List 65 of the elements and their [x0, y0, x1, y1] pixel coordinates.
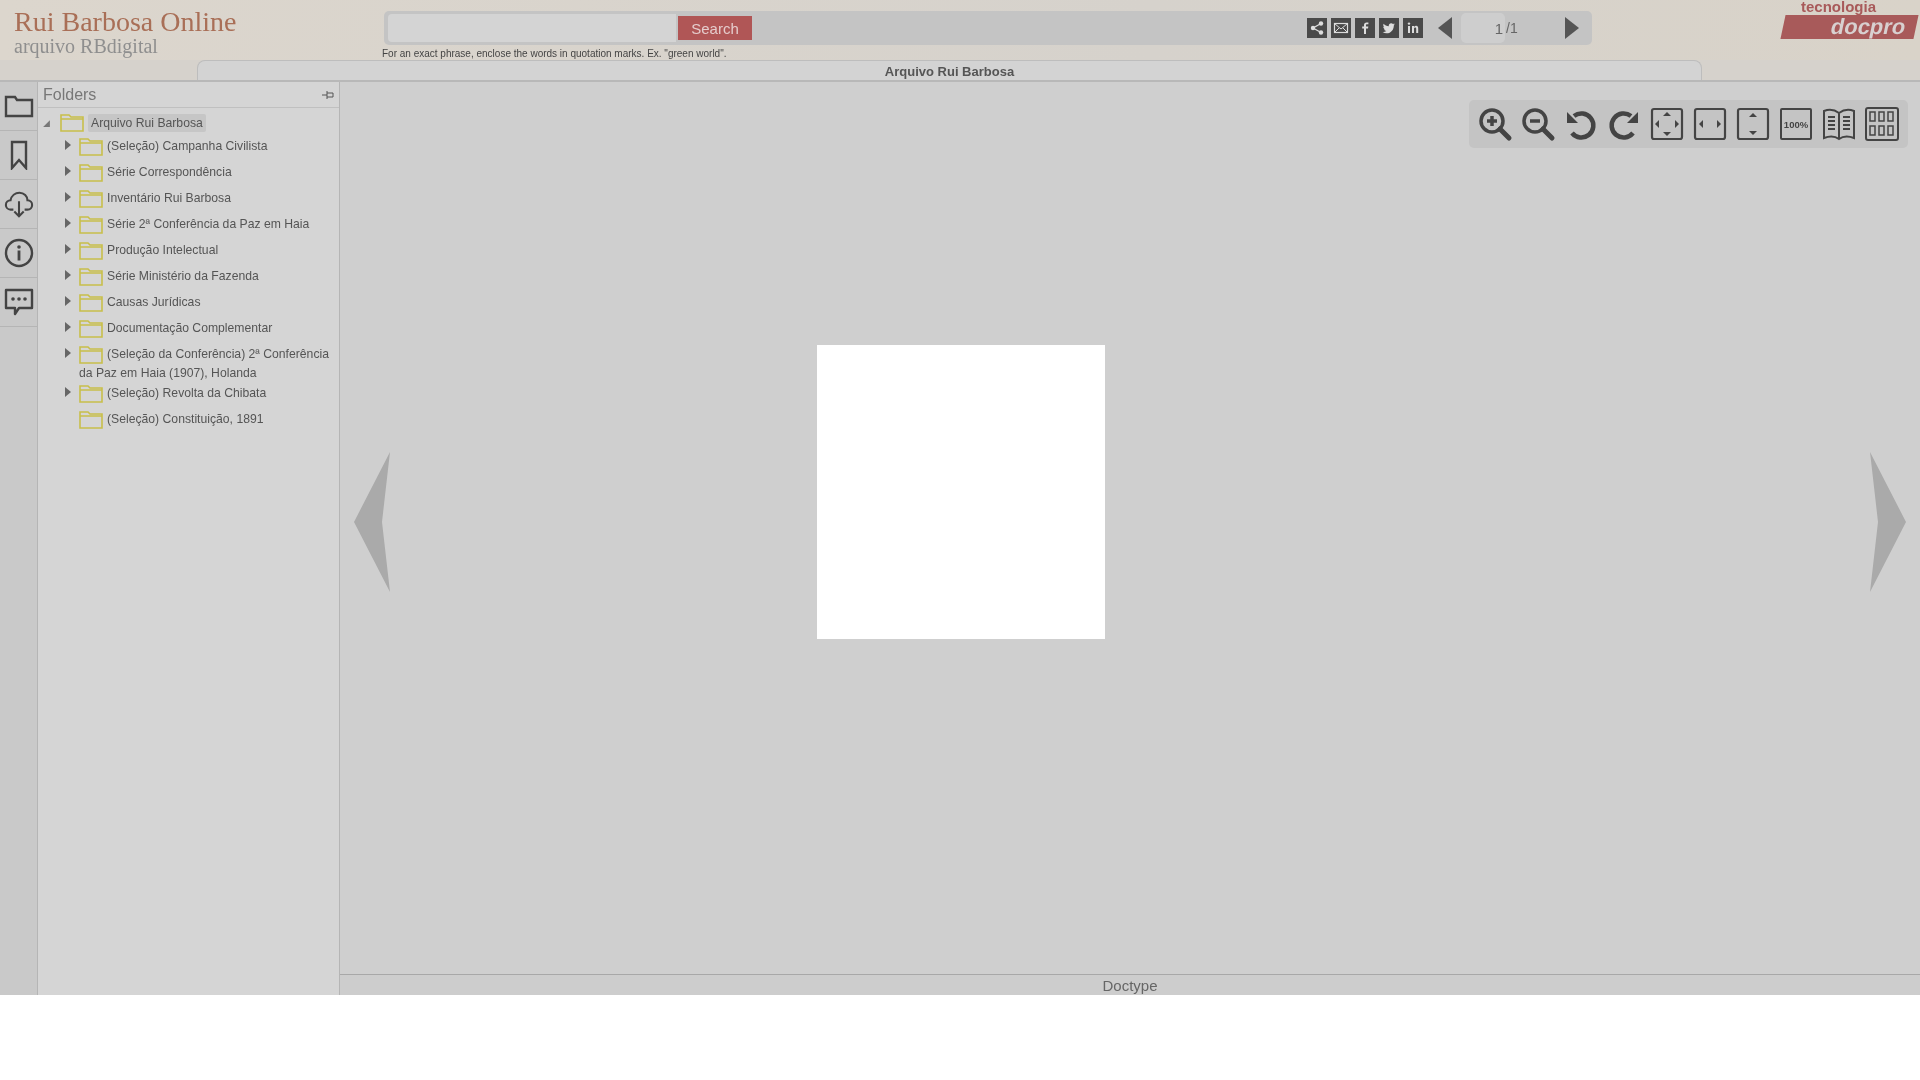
tree-item[interactable]: Série Correspondência	[79, 162, 329, 182]
tree-item[interactable]: (Seleção da Conferência) 2ª Conferência da Paz em Haia (1907), Holanda	[79, 344, 329, 383]
folder-icon	[79, 137, 103, 156]
tree-item[interactable]: Série 2ª Conferência da Paz em Haia	[79, 214, 329, 234]
tree-item[interactable]: Produção Intelectual	[79, 240, 329, 260]
facebook-icon[interactable]	[1355, 18, 1375, 38]
status-text: Doctype	[1102, 977, 1158, 994]
collapse-icon[interactable]	[42, 118, 51, 128]
thumbnails-icon[interactable]	[1864, 106, 1900, 142]
folder-icon	[79, 293, 103, 312]
expand-icon[interactable]	[64, 191, 72, 203]
share-icon[interactable]	[1307, 18, 1327, 38]
brand-logo: docpro	[1780, 15, 1919, 39]
info-icon	[3, 238, 34, 268]
panel-title: Folders	[43, 85, 97, 104]
zoom-in-icon[interactable]	[1477, 106, 1513, 142]
tree-item[interactable]: (Seleção) Campanha Civilista	[79, 136, 329, 156]
expand-icon[interactable]	[64, 269, 72, 281]
search-hint: For an exact phrase, enclose the words in quotation marks. Ex. "green world".	[382, 48, 728, 59]
expand-icon[interactable]	[64, 217, 72, 229]
folder-icon	[79, 410, 103, 429]
book-icon[interactable]	[1821, 106, 1857, 142]
search-button[interactable]: Search	[678, 16, 752, 40]
folder-icon	[79, 163, 103, 182]
expand-icon[interactable]	[64, 295, 72, 307]
zoom-out-icon[interactable]	[1520, 106, 1556, 142]
fit-width-icon[interactable]	[1692, 106, 1728, 142]
expand-icon[interactable]	[64, 243, 72, 255]
linkedin-icon[interactable]	[1403, 18, 1423, 38]
tree-item[interactable]: Causas Jurídicas	[79, 292, 329, 312]
fit-page-icon[interactable]	[1649, 106, 1685, 142]
cloud-download-icon	[3, 189, 34, 219]
tree-item[interactable]: (Seleção) Constituição, 1891	[79, 409, 329, 429]
folder-icon	[60, 114, 84, 132]
actual-size-button[interactable]: 100%	[1780, 108, 1812, 140]
folder-icon	[79, 241, 103, 260]
brand-tagline: tecnologia	[1801, 0, 1876, 14]
site-subtitle: arquivo RBdigital	[14, 36, 159, 56]
folder-icon	[79, 384, 103, 403]
tree-item[interactable]: Série Ministério da Fazenda	[79, 266, 329, 286]
page-number-field[interactable]: 1	[1461, 13, 1505, 43]
expand-icon[interactable]	[64, 165, 72, 177]
expand-icon[interactable]	[64, 386, 72, 398]
twitter-icon[interactable]	[1379, 18, 1399, 38]
speech-bubble-icon	[3, 287, 34, 317]
next-page-icon[interactable]	[1564, 16, 1580, 40]
folder-icon	[79, 345, 103, 364]
tree-item[interactable]: Documentação Complementar	[79, 318, 329, 338]
fit-height-icon[interactable]	[1735, 106, 1771, 142]
document-tab[interactable]: Arquivo Rui Barbosa	[197, 60, 1702, 80]
tree-item[interactable]: Arquivo Rui Barbosa	[88, 114, 206, 132]
folder-icon	[79, 189, 103, 208]
site-title: Rui Barbosa Online	[14, 8, 238, 36]
expand-icon[interactable]	[64, 139, 72, 151]
expand-icon[interactable]	[64, 347, 72, 359]
previous-page-icon[interactable]	[1437, 16, 1453, 40]
folder-icon	[79, 267, 103, 286]
tree-item[interactable]: (Seleção) Revolta da Chibata	[79, 383, 329, 403]
email-icon[interactable]	[1331, 18, 1351, 38]
folder-icon	[79, 319, 103, 338]
folder-icon	[79, 215, 103, 234]
expand-icon[interactable]	[64, 321, 72, 333]
pin-icon[interactable]	[322, 89, 334, 100]
page-total: /1	[1505, 20, 1519, 36]
tree-item[interactable]: Inventário Rui Barbosa	[79, 188, 329, 208]
